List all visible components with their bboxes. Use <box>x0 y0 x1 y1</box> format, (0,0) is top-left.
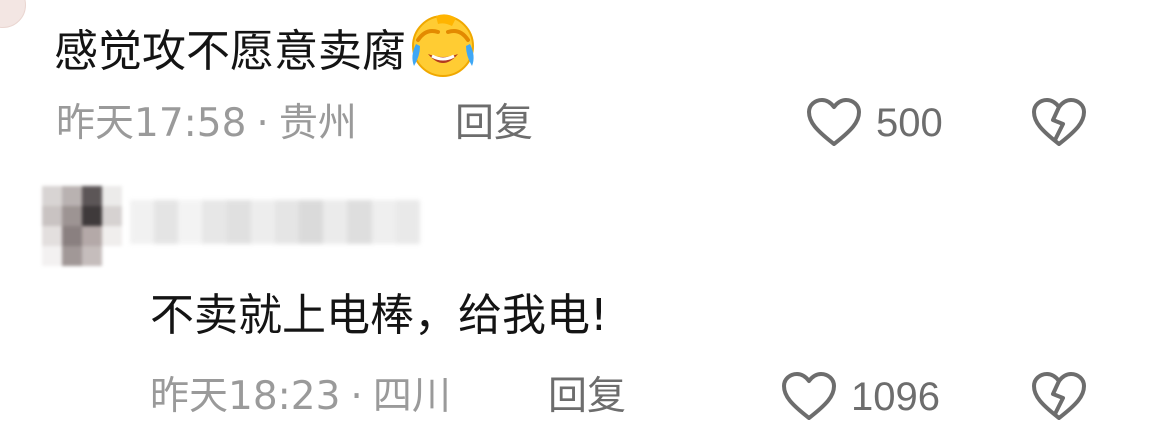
meta-separator: · <box>256 101 269 146</box>
comment-text: 感觉攻不愿意卖腐 <box>54 10 478 80</box>
comment-text-content: 感觉攻不愿意卖腐 <box>54 26 406 77</box>
broken-heart-icon[interactable] <box>1031 372 1087 422</box>
avatar[interactable] <box>0 0 26 28</box>
avatar[interactable] <box>42 186 122 266</box>
comment-time: 昨天18:23 <box>150 374 341 419</box>
comment-time: 昨天17:58 <box>56 101 247 146</box>
like-count: 1096 <box>851 375 940 419</box>
like-button[interactable]: 1096 <box>781 372 940 422</box>
like-button[interactable]: 500 <box>806 98 943 148</box>
broken-heart-icon[interactable] <box>1031 98 1087 148</box>
comment-location: 贵州 <box>278 101 357 146</box>
reply-button[interactable]: 回复 <box>455 101 533 147</box>
heart-outline-icon <box>782 372 836 420</box>
laughing-tears-emoji-icon <box>412 14 474 77</box>
heart-outline-icon <box>807 98 861 146</box>
reply-button[interactable]: 回复 <box>548 374 626 420</box>
username[interactable] <box>130 200 420 244</box>
meta-separator: · <box>350 374 363 419</box>
comment-meta: 昨天17:58 · 贵州 <box>56 101 357 147</box>
like-count: 500 <box>876 101 943 145</box>
comment-location: 四川 <box>372 374 451 419</box>
comment-meta: 昨天18:23 · 四川 <box>150 374 451 420</box>
comment-text: 不卖就上电棒，给我电! <box>150 290 608 341</box>
